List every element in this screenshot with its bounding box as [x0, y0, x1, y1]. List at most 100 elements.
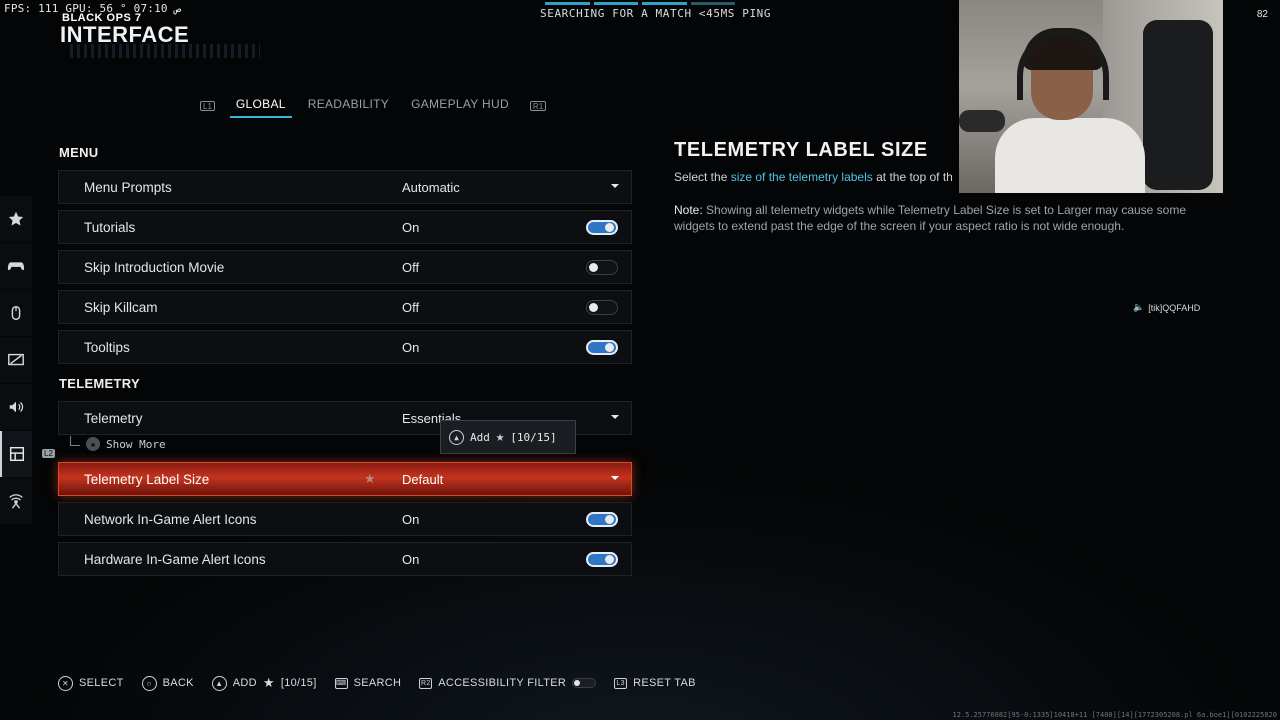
setting-value: Default	[402, 471, 444, 487]
setting-value: On	[402, 511, 420, 527]
mouse-icon	[11, 305, 21, 321]
rail-audio[interactable]	[0, 384, 32, 430]
prompt-reset-tab-label: RESET TAB	[633, 677, 696, 689]
tooltip-add-label: Add	[470, 430, 490, 444]
prompt-select-label: SELECT	[79, 677, 124, 689]
show-more-link[interactable]: ▪ Show More	[70, 436, 166, 451]
corner-counter: 82	[1256, 9, 1268, 20]
chevron-down-icon	[611, 476, 619, 480]
skip-killcam-toggle[interactable]	[586, 300, 618, 315]
setting-menu-prompts[interactable]: Menu Prompts Automatic	[58, 170, 632, 204]
matchmaking-progress	[545, 2, 735, 5]
rail-interface[interactable]	[0, 431, 32, 477]
interface-icon	[9, 446, 25, 462]
keyboard-icon: ⌨	[334, 677, 348, 689]
description-body: Select the size of the telemetry labels …	[674, 170, 964, 184]
rail-controller[interactable]	[0, 243, 32, 289]
setting-tutorials[interactable]: Tutorials On	[58, 210, 632, 244]
skip-intro-toggle[interactable]	[586, 260, 618, 275]
button-prompts: ✕ SELECT ○ BACK ▲ ADD ★ [10/15] ⌨ SEARCH…	[58, 675, 696, 691]
setting-value: On	[402, 339, 420, 355]
prompt-add-count: [10/15]	[280, 677, 317, 689]
category-rail	[0, 196, 32, 525]
matchmaking-status: SEARCHING FOR A MATCH <45MS PING	[540, 7, 772, 20]
setting-label: Skip Killcam	[84, 299, 158, 315]
description-text: Select the	[674, 170, 731, 184]
chevron-down-icon	[611, 184, 619, 188]
cross-button-icon: ✕	[58, 675, 73, 691]
triangle-button-icon: ▲	[449, 429, 464, 445]
setting-label: Telemetry Label Size	[84, 471, 210, 487]
rail-graphics[interactable]	[0, 337, 32, 383]
sound-credit: 🔈 [tik]QQFAHD	[1133, 302, 1200, 313]
setting-label: Skip Introduction Movie	[84, 259, 225, 275]
setting-value: Automatic	[402, 179, 460, 195]
title-decoration	[70, 44, 260, 58]
setting-label: Tooltips	[84, 339, 130, 355]
section-menu-title: MENU	[59, 145, 99, 160]
setting-hardware-alert-icons[interactable]: Hardware In-Game Alert Icons On	[58, 542, 632, 576]
setting-telemetry-label-size[interactable]: Telemetry Label Size ★ Default	[58, 462, 632, 496]
star-icon: ★	[495, 429, 505, 445]
prompt-select[interactable]: ✕ SELECT	[58, 675, 124, 691]
tab-right-bumper[interactable]: R1	[529, 100, 547, 111]
branch-connector	[70, 436, 80, 446]
rail-mouse[interactable]	[0, 290, 32, 336]
l2-bumper-badge: L2	[42, 449, 55, 458]
tab-global[interactable]: GLOBAL	[229, 93, 292, 118]
setting-label: Menu Prompts	[84, 179, 172, 195]
tab-gameplay-hud[interactable]: GAMEPLAY HUD	[405, 93, 515, 118]
description-title: TELEMETRY LABEL SIZE	[674, 139, 928, 161]
tab-readability[interactable]: READABILITY	[302, 93, 395, 118]
tab-left-bumper[interactable]: L1	[200, 100, 215, 111]
speaker-icon	[9, 401, 24, 413]
star-icon: ★	[262, 675, 275, 690]
triangle-button-icon: ▲	[211, 675, 227, 691]
rail-favorites[interactable]	[0, 196, 32, 242]
chevron-down-icon	[611, 415, 619, 419]
prompt-search[interactable]: ⌨ SEARCH	[334, 677, 402, 689]
tooltip-count: [10/15]	[510, 430, 557, 444]
setting-skip-introduction-movie[interactable]: Skip Introduction Movie Off	[58, 250, 632, 284]
tutorials-toggle[interactable]	[586, 220, 618, 235]
note-label: Note:	[674, 203, 703, 217]
build-info: 12.5.25776082[95-0:1335]10418+11 [7400][…	[952, 711, 1277, 719]
l3-button-icon: L3	[614, 677, 628, 689]
prompt-accessibility-label: ACCESSIBILITY FILTER	[438, 677, 567, 689]
setting-value: Off	[402, 259, 420, 275]
show-more-label: Show More	[106, 437, 166, 451]
settings-tabs: L1 GLOBAL READABILITY GAMEPLAY HUD R1	[190, 93, 556, 118]
setting-label: Network In-Game Alert Icons	[84, 511, 257, 527]
setting-label: Hardware In-Game Alert Icons	[84, 551, 266, 567]
controller-icon	[7, 262, 25, 271]
prompt-add[interactable]: ▲ ADD ★ [10/15]	[211, 675, 317, 691]
note-text: Showing all telemetry widgets while Tele…	[674, 203, 1187, 233]
hardware-alert-toggle[interactable]	[586, 552, 618, 567]
setting-value: On	[402, 219, 420, 235]
r2-button-icon: R2	[419, 677, 433, 689]
network-icon	[9, 494, 23, 509]
touchpad-icon: ▪	[86, 437, 100, 451]
rail-network[interactable]	[0, 478, 32, 524]
prompt-reset-tab[interactable]: L3 RESET TAB	[614, 677, 696, 689]
setting-value: Off	[402, 299, 420, 315]
accessibility-filter-toggle[interactable]	[572, 678, 597, 688]
prompt-add-label: ADD	[232, 677, 257, 689]
setting-network-alert-icons[interactable]: Network In-Game Alert Icons On	[58, 502, 632, 536]
description-highlight: size of the telemetry labels	[730, 170, 873, 184]
setting-value: On	[402, 551, 420, 567]
speaker-icon: 🔈	[1133, 302, 1145, 312]
tooltips-toggle[interactable]	[586, 340, 618, 355]
favorite-star-icon[interactable]: ★	[364, 471, 376, 487]
display-icon	[8, 353, 24, 366]
prompt-search-label: SEARCH	[353, 677, 402, 689]
setting-tooltips[interactable]: Tooltips On	[58, 330, 632, 364]
section-telemetry-title: TELEMETRY	[59, 376, 140, 391]
network-alert-toggle[interactable]	[586, 512, 618, 527]
prompt-accessibility-filter[interactable]: R2 ACCESSIBILITY FILTER	[419, 677, 597, 689]
setting-skip-killcam[interactable]: Skip Killcam Off	[58, 290, 632, 324]
prompt-back[interactable]: ○ BACK	[141, 675, 194, 691]
circle-button-icon: ○	[141, 675, 157, 691]
setting-label: Tutorials	[84, 219, 136, 235]
star-icon	[8, 211, 24, 226]
